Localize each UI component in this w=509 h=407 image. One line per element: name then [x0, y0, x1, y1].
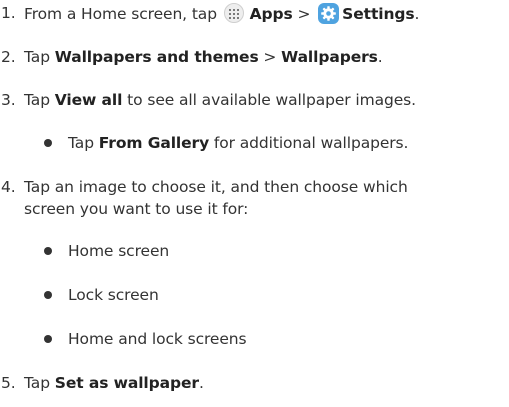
step-text-post: to see all available wallpaper images.	[127, 91, 416, 109]
bullet-dot	[44, 139, 52, 147]
step-number: 4.	[1, 178, 16, 196]
bullet-text: Tap From Gallery for additional wallpape…	[68, 133, 408, 153]
bullet-dot	[44, 291, 52, 299]
bullet-dot	[44, 335, 52, 343]
apps-icon	[223, 3, 244, 23]
step-text-pre: From a Home screen, tap	[24, 5, 217, 23]
option-label: Lock screen	[68, 286, 159, 304]
view-all-label: View all	[54, 91, 123, 109]
separator-chevron: >	[263, 48, 277, 66]
from-gallery-label: From Gallery	[98, 134, 210, 152]
option-label: Home and lock screens	[68, 330, 247, 348]
separator-chevron: >	[297, 5, 311, 23]
step-text-pre: Tap	[24, 48, 50, 66]
settings-icon	[318, 3, 340, 24]
step-text: Tap Set as wallpaper.	[24, 373, 204, 393]
step-text: Tap View all to see all available wallpa…	[24, 90, 416, 110]
step-text-post: .	[377, 48, 383, 66]
instructions-document: 1. From a Home screen, tap Apps > Settin…	[0, 0, 509, 407]
step-number: 3.	[1, 91, 16, 109]
step-text: From a Home screen, tap Apps > Settings.	[24, 3, 419, 24]
apps-label: Apps	[249, 5, 293, 23]
step-text-post: .	[198, 374, 204, 392]
step-number: 1.	[1, 4, 16, 22]
step-number: 5.	[1, 374, 16, 392]
bullet-text-post: for additional wallpapers.	[213, 134, 409, 152]
step-text-post: .	[414, 5, 420, 23]
step-text: Tap Wallpapers and themes > Wallpapers.	[24, 47, 383, 67]
settings-label: Settings	[342, 5, 415, 23]
step-text-line-1: Tap an image to choose it, and then choo…	[24, 178, 408, 196]
step-text-pre: Tap	[24, 91, 50, 109]
option-label: Home screen	[68, 242, 170, 260]
set-as-wallpaper-label: Set as wallpaper	[54, 374, 199, 392]
step-number: 2.	[1, 48, 16, 66]
wallpapers-label: Wallpapers	[281, 48, 378, 66]
bullet-dot	[44, 247, 52, 255]
step-text-pre: Tap	[24, 374, 50, 392]
step-text-line-2: screen you want to use it for:	[24, 200, 249, 218]
bullet-text-pre: Tap	[68, 134, 94, 152]
wallpapers-and-themes-label: Wallpapers and themes	[54, 48, 259, 66]
